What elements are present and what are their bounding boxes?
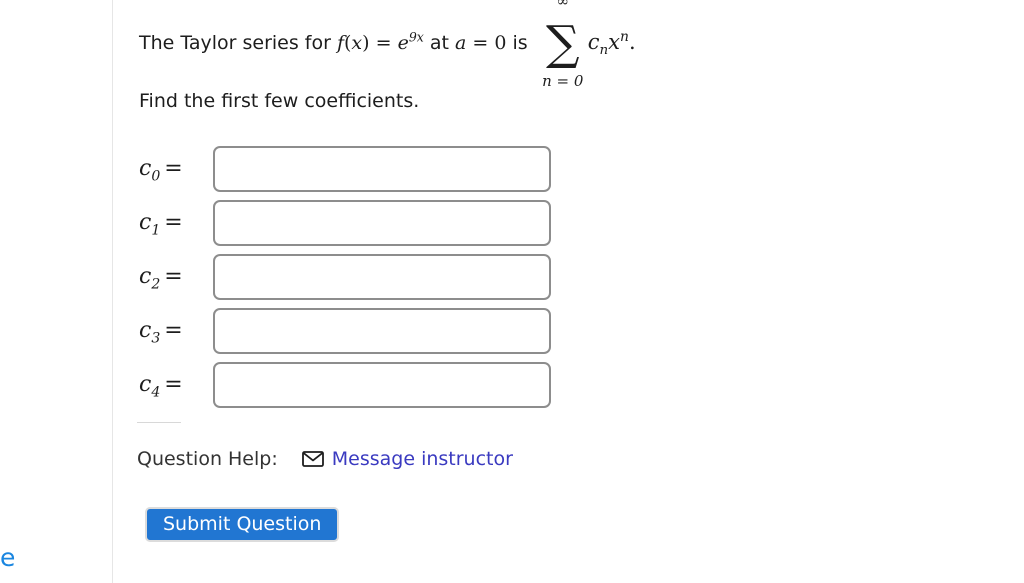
- left-rail-cutoff-text: e: [0, 543, 16, 572]
- prompt-trailing-period: .: [628, 30, 636, 54]
- coefficient-label-c2-equals: =: [164, 264, 183, 289]
- math-exp-base: e: [397, 32, 409, 54]
- answer-row-c2: c2 =: [137, 254, 777, 300]
- math-equals-2: =: [466, 32, 495, 54]
- summation-lower-limit: n = 0: [542, 72, 584, 90]
- prompt-at-text: at: [423, 32, 456, 54]
- envelope-icon: [301, 451, 324, 467]
- coefficient-label-c3-index: 3: [151, 330, 161, 347]
- answer-row-c3: c3 =: [137, 308, 777, 354]
- coefficient-label-c1-equals: =: [164, 210, 183, 235]
- question-instruction: Find the first few coefficients.: [139, 90, 420, 112]
- coefficient-label-c2-index: 2: [151, 276, 161, 293]
- summation-term-c-subscript: n: [599, 43, 609, 59]
- answer-input-c0[interactable]: [213, 146, 551, 192]
- coefficient-label-c2-letter: c: [139, 264, 152, 289]
- answer-row-c0: c0 =: [137, 146, 777, 192]
- question-help-row: Question Help: Message instructor: [137, 446, 513, 472]
- answer-input-c4[interactable]: [213, 362, 551, 408]
- summation-term-x: x: [608, 30, 620, 54]
- answer-rows: c0 = c1 = c2 = c3 = c4 =: [137, 146, 777, 416]
- summation-term: cnxn.: [587, 29, 636, 57]
- coefficient-label-c1: c1 =: [139, 200, 205, 246]
- math-function-var: x: [351, 32, 363, 54]
- question-content: The Taylor series for f(x) = e9x at a = …: [137, 0, 777, 583]
- answer-input-c3[interactable]: [213, 308, 551, 354]
- coefficient-label-c0: c0 =: [139, 146, 205, 192]
- math-exp-power-variable: x: [416, 29, 424, 45]
- coefficient-label-c4: c4 =: [139, 362, 205, 408]
- coefficient-label-c0-index: 0: [151, 168, 161, 185]
- math-function-f: f: [336, 32, 344, 54]
- left-rail: [0, 0, 113, 583]
- coefficient-label-c3: c3 =: [139, 308, 205, 354]
- coefficient-label-c4-letter: c: [139, 372, 152, 397]
- prompt-is-text: is: [506, 32, 534, 54]
- question-help-label: Question Help:: [137, 448, 278, 470]
- summation-upper-limit: ∞: [556, 0, 569, 10]
- section-separator: [137, 422, 181, 423]
- math-equals-1: =: [369, 32, 398, 54]
- submit-question-button[interactable]: Submit Question: [145, 507, 340, 542]
- answer-input-c1[interactable]: [213, 200, 551, 246]
- math-center-var: a: [455, 32, 467, 54]
- coefficient-label-c3-equals: =: [164, 318, 183, 343]
- coefficient-label-c0-letter: c: [139, 156, 152, 181]
- math-center-value: 0: [494, 32, 507, 54]
- answer-row-c4: c4 =: [137, 362, 777, 408]
- message-instructor-link[interactable]: Message instructor: [332, 446, 513, 472]
- coefficient-label-c4-index: 4: [151, 384, 161, 401]
- sigma-icon: ∑: [545, 16, 580, 71]
- math-exp-power-coefficient: 9: [408, 29, 417, 45]
- prompt-lead-text: The Taylor series for: [139, 32, 337, 54]
- summation-term-c: c: [587, 30, 600, 54]
- question-prompt: The Taylor series for f(x) = e9x at a = …: [139, 0, 775, 89]
- summation-term-x-exponent: n: [620, 29, 629, 45]
- math-paren-close: ): [362, 32, 370, 54]
- answer-input-c2[interactable]: [213, 254, 551, 300]
- coefficient-label-c4-equals: =: [164, 372, 183, 397]
- coefficient-label-c3-letter: c: [139, 318, 152, 343]
- answer-row-c1: c1 =: [137, 200, 777, 246]
- coefficient-label-c1-letter: c: [139, 210, 152, 235]
- coefficient-label-c2: c2 =: [139, 254, 205, 300]
- coefficient-label-c1-index: 1: [151, 222, 161, 239]
- content-divider: [112, 0, 113, 583]
- coefficient-label-c0-equals: =: [164, 156, 183, 181]
- summation-operator: ∞ ∑ n = 0: [540, 0, 586, 89]
